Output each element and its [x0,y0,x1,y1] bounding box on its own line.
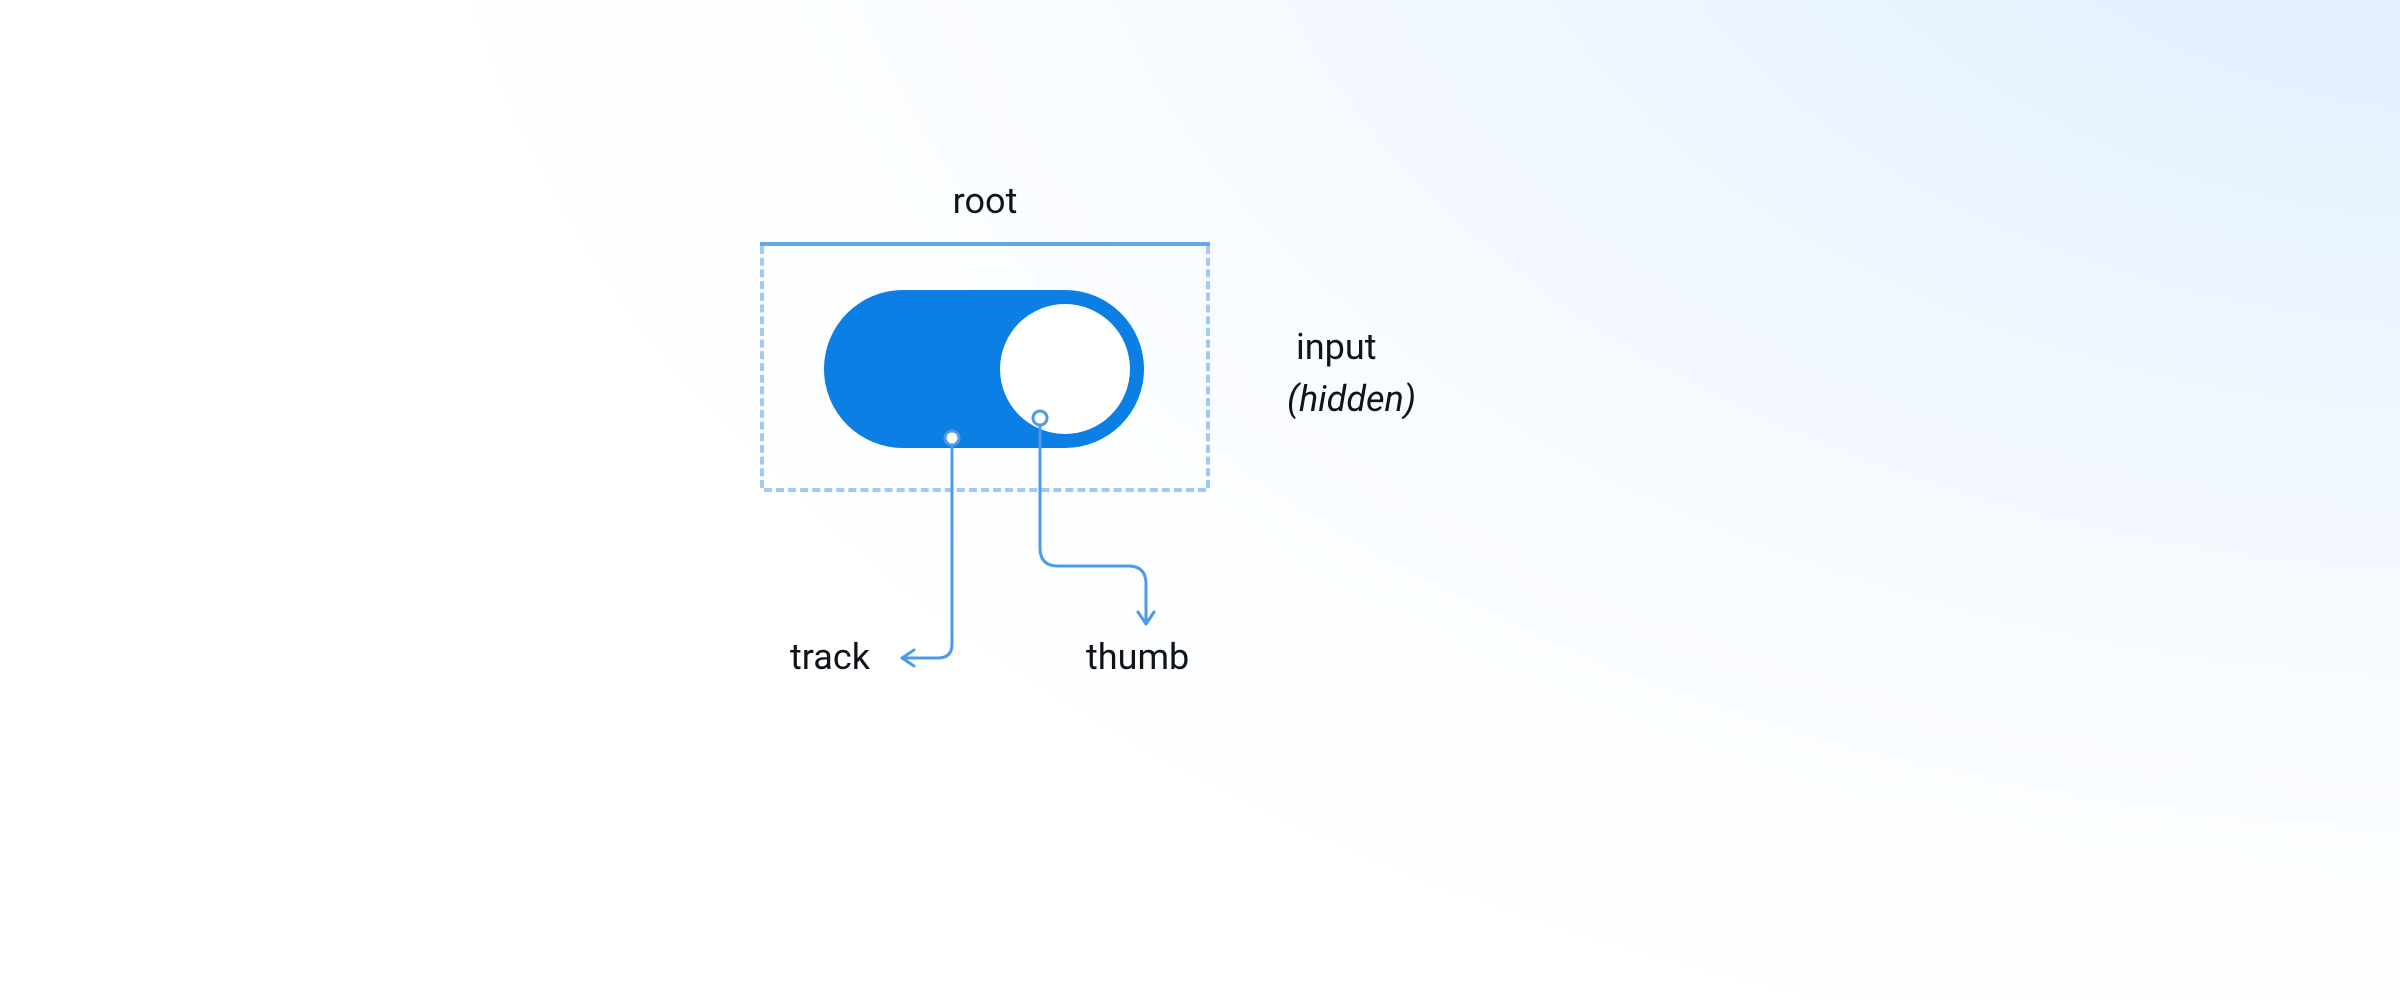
root-box-bottom-edge [764,488,1206,492]
track-part-label: track [790,636,870,679]
root-box-right-edge [1206,246,1210,488]
switch-track [824,290,1144,448]
root-label: root [935,180,1035,223]
thumb-part-label: thumb [1086,636,1189,679]
input-label: input [1296,326,1376,369]
switch-thumb [1000,304,1130,434]
root-box-left-edge [760,246,764,488]
diagram-canvas: root input (hidden) track thumb [0,0,2400,1000]
root-box-top-edge [760,242,1210,246]
connector-lines [0,0,2400,1000]
input-hidden-note: (hidden) [1287,378,1416,421]
